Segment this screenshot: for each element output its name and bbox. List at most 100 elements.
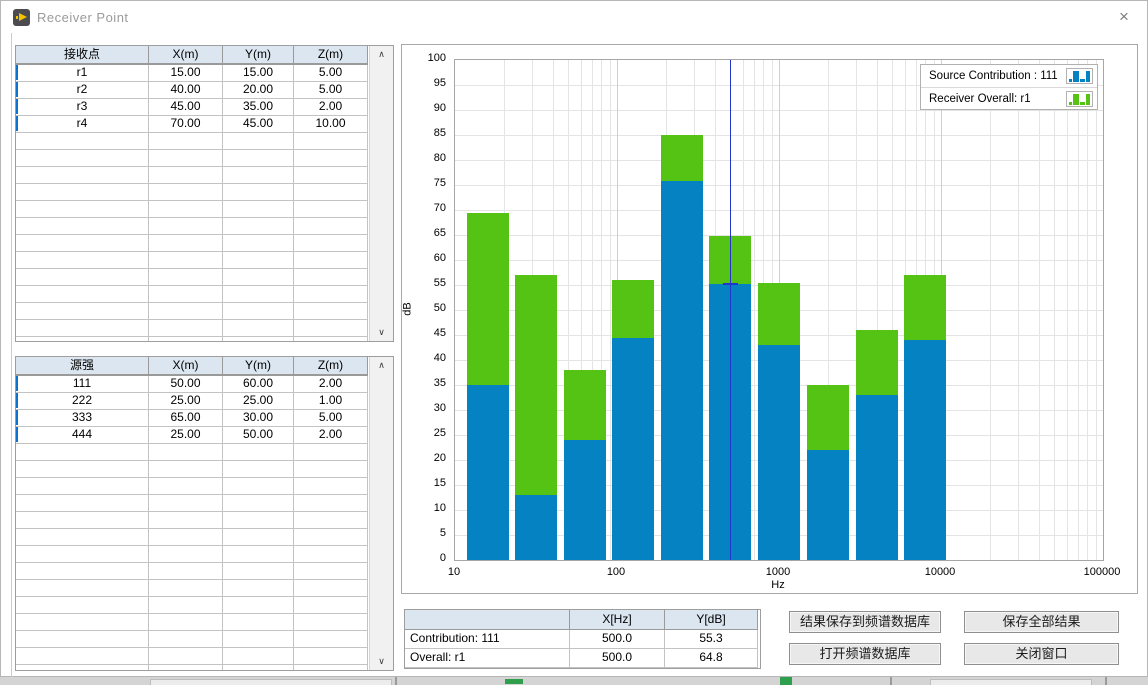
table-cell[interactable]: 333 bbox=[16, 410, 149, 427]
table-cell[interactable] bbox=[223, 218, 294, 235]
table-cell[interactable] bbox=[16, 320, 149, 337]
table-cell[interactable] bbox=[223, 167, 294, 184]
table-cell[interactable]: 64.8 bbox=[665, 649, 758, 668]
table-cell[interactable]: 5.00 bbox=[294, 410, 368, 427]
table-cell[interactable] bbox=[16, 597, 149, 614]
table-cell[interactable] bbox=[16, 546, 149, 563]
table-cell[interactable] bbox=[294, 648, 368, 665]
table-cell[interactable] bbox=[16, 665, 149, 671]
column-header[interactable]: Z(m) bbox=[294, 46, 368, 65]
table-cell[interactable] bbox=[294, 337, 368, 342]
table-cell[interactable] bbox=[294, 167, 368, 184]
table-cell[interactable] bbox=[149, 320, 223, 337]
column-header[interactable] bbox=[405, 610, 570, 630]
column-header[interactable]: 源强 bbox=[16, 357, 149, 376]
table-cell[interactable] bbox=[16, 614, 149, 631]
table-cell[interactable]: 15.00 bbox=[149, 65, 223, 82]
table-cell[interactable] bbox=[16, 286, 149, 303]
table-cell[interactable] bbox=[149, 461, 223, 478]
table-cell[interactable] bbox=[223, 269, 294, 286]
table-cell[interactable] bbox=[149, 665, 223, 671]
table-cell[interactable] bbox=[294, 512, 368, 529]
table-cell[interactable] bbox=[294, 665, 368, 671]
table-cell[interactable] bbox=[223, 512, 294, 529]
table-cell[interactable]: 65.00 bbox=[149, 410, 223, 427]
table-cell[interactable] bbox=[16, 337, 149, 342]
table-cell[interactable] bbox=[223, 461, 294, 478]
table-cell[interactable] bbox=[294, 303, 368, 320]
table-cell[interactable] bbox=[294, 444, 368, 461]
table-cell[interactable]: 444 bbox=[16, 427, 149, 444]
column-header[interactable]: 接收点 bbox=[16, 46, 149, 65]
table-cell[interactable]: 35.00 bbox=[223, 99, 294, 116]
table-cell[interactable]: 50.00 bbox=[223, 427, 294, 444]
column-header[interactable]: Z(m) bbox=[294, 357, 368, 376]
table-cell[interactable]: 25.00 bbox=[149, 427, 223, 444]
column-header[interactable]: Y(m) bbox=[223, 357, 294, 376]
table-cell[interactable] bbox=[223, 184, 294, 201]
table-cell[interactable]: r1 bbox=[16, 65, 149, 82]
table-cell[interactable] bbox=[223, 303, 294, 320]
table-cell[interactable] bbox=[294, 461, 368, 478]
table-cell[interactable] bbox=[149, 563, 223, 580]
close-icon[interactable]: × bbox=[1105, 3, 1143, 31]
table-cell[interactable] bbox=[223, 235, 294, 252]
table-cell[interactable]: 45.00 bbox=[223, 116, 294, 133]
table-cell[interactable] bbox=[294, 218, 368, 235]
table-cell[interactable]: 1.00 bbox=[294, 393, 368, 410]
table-cell[interactable]: 5.00 bbox=[294, 65, 368, 82]
table-cell[interactable]: 5.00 bbox=[294, 82, 368, 99]
column-header[interactable]: Y(m) bbox=[223, 46, 294, 65]
table-cell[interactable] bbox=[223, 495, 294, 512]
legend-entry-contribution[interactable]: Source Contribution : 111 bbox=[921, 65, 1097, 87]
table-cell[interactable]: 60.00 bbox=[223, 376, 294, 393]
table-cell[interactable] bbox=[223, 614, 294, 631]
table-cell[interactable] bbox=[223, 648, 294, 665]
table-cell[interactable] bbox=[16, 648, 149, 665]
table-cell[interactable] bbox=[223, 133, 294, 150]
table-cell[interactable]: 10.00 bbox=[294, 116, 368, 133]
table-cell[interactable] bbox=[223, 150, 294, 167]
table-cell[interactable] bbox=[294, 235, 368, 252]
table-cell[interactable] bbox=[149, 546, 223, 563]
table-cell[interactable]: 45.00 bbox=[149, 99, 223, 116]
table-cell[interactable] bbox=[149, 218, 223, 235]
table-cell[interactable] bbox=[16, 495, 149, 512]
bar-chart-icon[interactable] bbox=[1066, 68, 1093, 84]
table-cell[interactable] bbox=[149, 648, 223, 665]
table-cell[interactable] bbox=[16, 218, 149, 235]
table-cell[interactable]: 25.00 bbox=[149, 393, 223, 410]
cursor-line[interactable] bbox=[730, 60, 731, 560]
table-cell[interactable] bbox=[223, 580, 294, 597]
open-spectrum-db-button[interactable]: 打开频谱数据库 bbox=[789, 643, 941, 665]
save-all-results-button[interactable]: 保存全部结果 bbox=[964, 611, 1119, 633]
table-cell[interactable]: 50.00 bbox=[149, 376, 223, 393]
table-cell[interactable]: 30.00 bbox=[223, 410, 294, 427]
source-table-scrollbar[interactable]: ∧ ∨ bbox=[369, 357, 393, 670]
column-header[interactable]: X(m) bbox=[149, 357, 223, 376]
table-cell[interactable]: Overall: r1 bbox=[405, 649, 570, 668]
table-cell[interactable]: 2.00 bbox=[294, 376, 368, 393]
table-cell[interactable] bbox=[149, 597, 223, 614]
table-cell[interactable] bbox=[149, 512, 223, 529]
table-cell[interactable] bbox=[294, 546, 368, 563]
table-cell[interactable] bbox=[149, 580, 223, 597]
table-cell[interactable] bbox=[294, 133, 368, 150]
table-cell[interactable]: 2.00 bbox=[294, 427, 368, 444]
table-cell[interactable]: 500.0 bbox=[570, 630, 665, 649]
table-cell[interactable] bbox=[223, 546, 294, 563]
table-cell[interactable] bbox=[149, 529, 223, 546]
table-cell[interactable] bbox=[223, 252, 294, 269]
table-cell[interactable] bbox=[294, 150, 368, 167]
table-cell[interactable]: 70.00 bbox=[149, 116, 223, 133]
table-cell[interactable] bbox=[223, 478, 294, 495]
table-cell[interactable] bbox=[16, 478, 149, 495]
table-cell[interactable] bbox=[294, 252, 368, 269]
save-to-spectrum-db-button[interactable]: 结果保存到频谱数据库 bbox=[789, 611, 941, 633]
column-header[interactable]: X[Hz] bbox=[570, 610, 665, 630]
table-cell[interactable]: 20.00 bbox=[223, 82, 294, 99]
column-header[interactable]: X(m) bbox=[149, 46, 223, 65]
table-cell[interactable] bbox=[149, 631, 223, 648]
table-cell[interactable]: 25.00 bbox=[223, 393, 294, 410]
table-cell[interactable] bbox=[16, 461, 149, 478]
